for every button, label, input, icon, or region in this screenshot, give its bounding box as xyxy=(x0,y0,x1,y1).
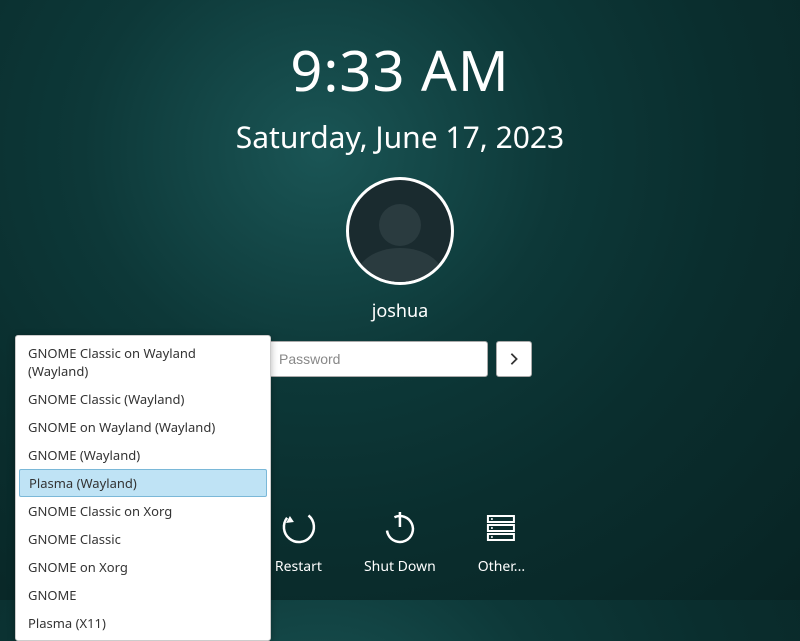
restart-button[interactable]: Restart xyxy=(275,507,322,576)
session-item[interactable]: Plasma (X11) xyxy=(16,609,270,637)
session-item[interactable]: GNOME Classic xyxy=(16,525,270,553)
shutdown-label: Shut Down xyxy=(364,557,436,576)
other-button[interactable]: Other... xyxy=(478,507,525,576)
list-icon xyxy=(481,507,521,547)
password-input[interactable] xyxy=(268,341,488,377)
session-item[interactable]: GNOME on Xorg xyxy=(16,553,270,581)
session-menu[interactable]: GNOME Classic on Wayland (Wayland)GNOME … xyxy=(15,335,271,641)
username-label: joshua xyxy=(0,299,800,323)
user-avatar[interactable] xyxy=(346,177,454,285)
session-item[interactable]: GNOME (Wayland) xyxy=(16,441,270,469)
date-text: Saturday, June 17, 2023 xyxy=(0,116,800,157)
bottom-actions: Restart Shut Down Other... xyxy=(275,507,525,576)
restart-label: Restart xyxy=(275,557,322,576)
restart-icon xyxy=(278,507,318,547)
session-item[interactable]: GNOME on Wayland (Wayland) xyxy=(16,413,270,441)
avatar-placeholder-icon xyxy=(349,180,451,282)
power-icon xyxy=(380,507,420,547)
other-label: Other... xyxy=(478,557,525,576)
clock-display: 9:33 AM Saturday, June 17, 2023 xyxy=(0,0,800,157)
session-item[interactable]: GNOME xyxy=(16,581,270,609)
session-item[interactable]: GNOME Classic (Wayland) xyxy=(16,385,270,413)
login-button[interactable] xyxy=(496,341,532,377)
session-item[interactable]: Plasma (Wayland) xyxy=(19,469,267,497)
chevron-right-icon xyxy=(507,352,521,366)
session-item[interactable]: GNOME Classic on Wayland (Wayland) xyxy=(16,339,270,385)
session-item[interactable]: GNOME Classic on Xorg xyxy=(16,497,270,525)
time-text: 9:33 AM xyxy=(0,32,800,108)
shutdown-button[interactable]: Shut Down xyxy=(364,507,436,576)
